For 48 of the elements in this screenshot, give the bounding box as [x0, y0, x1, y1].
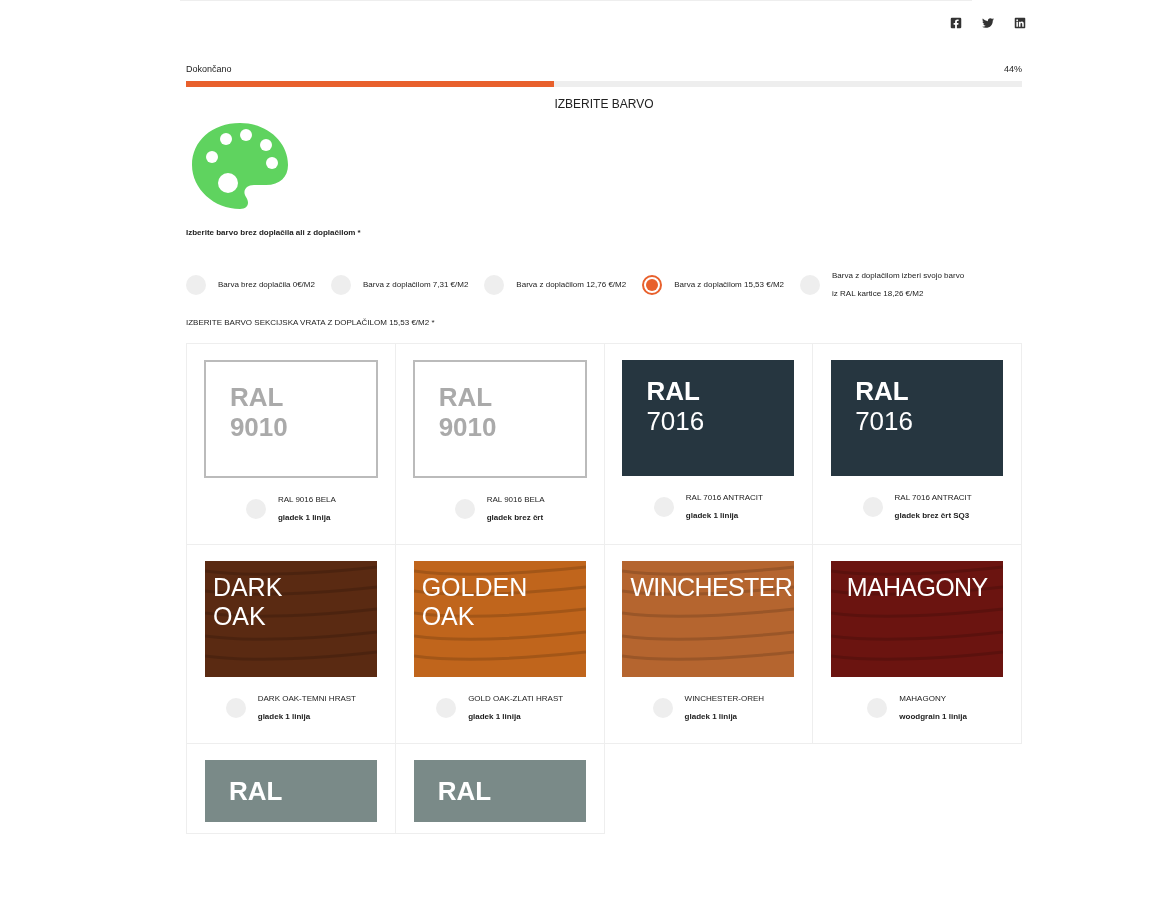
color-finish: gladek 1 linija [468, 710, 522, 723]
color-finish: gladek 1 linija [257, 710, 312, 723]
color-swatch[interactable]: RAL 7016 [622, 359, 795, 476]
color-card[interactable]: RAL 7016 RAL 7016 ANTRACIT gladek 1 linija [604, 343, 814, 545]
color-finish: gladek brez črt [486, 511, 545, 524]
option-label[interactable]: Barva z doplačilom izberi svojo barvo iz RAL kartice 18,26 €/M2 [832, 266, 971, 303]
color-finish: gladek 1 linija [685, 509, 740, 522]
color-swatch[interactable]: WINCHESTER [622, 560, 795, 677]
color-finish: woodgrain 1 linija [899, 710, 967, 723]
color-name: RAL 7016 ANTRACIT [894, 491, 972, 504]
color-name: RAL 9016 BELA [486, 493, 545, 506]
color-finish: gladek 1 linija [684, 710, 739, 723]
color-card[interactable]: RAL [395, 743, 605, 834]
step-title: IZBERITE BARVO [553, 95, 655, 113]
facebook-icon[interactable] [950, 17, 962, 29]
progress-reading: 44% [1004, 63, 1022, 76]
color-name: DARK OAK-TEMNI HRAST [257, 692, 356, 705]
color-card[interactable]: RAL 7016 RAL 7016 ANTRACIT gladek brez črt SQ3 [813, 343, 1022, 545]
color-swatch[interactable]: GOLDEN OAK [413, 560, 586, 677]
color-swatch[interactable]: DARK OAK [204, 560, 377, 677]
question-label: Izberite barvo brez doplačila ali z doplačilom * [186, 226, 362, 239]
color-name: GOLD OAK-ZLATI HRAST [468, 692, 564, 705]
linkedin-icon[interactable] [1014, 17, 1026, 29]
option-label[interactable]: Barva brez doplačila 0€/M2 [218, 275, 315, 294]
color-finish: gladek brez črt SQ3 [894, 509, 971, 522]
option-label[interactable]: Barva z doplačilom 7,31 €/M2 [362, 275, 469, 294]
option-label[interactable]: Barva z doplačilom 15,53 €/M2 [674, 275, 785, 294]
color-swatch[interactable]: RAL [204, 759, 377, 822]
option-label[interactable]: Barva z doplačilom 12,76 €/M2 [516, 275, 627, 294]
color-swatch[interactable]: RAL [413, 759, 586, 822]
twitter-icon[interactable] [982, 17, 994, 29]
color-swatch[interactable]: MAHAGONY [831, 560, 1004, 677]
section-title: IZBERITE BARVO SEKCIJSKA VRATA Z DOPLAČILOM 15,53 €/M2 * [186, 316, 436, 329]
color-name: RAL 9016 BELA [277, 493, 336, 506]
color-card[interactable]: GOLDEN OAK GOLD OAK-ZLATI HRAST gladek 1 linija [395, 544, 605, 744]
color-name: MAHAGONY [899, 692, 947, 705]
color-name: RAL 7016 ANTRACIT [685, 491, 763, 504]
color-name: WINCHESTER-OREH [684, 692, 765, 705]
color-card[interactable]: MAHAGONY MAHAGONY woodgrain 1 linija [813, 544, 1022, 744]
progress-label: Dokončano [186, 63, 232, 76]
color-finish: gladek 1 linija [277, 511, 332, 524]
color-swatch[interactable]: RAL 7016 [831, 359, 1004, 476]
color-card[interactable]: RAL 9010 RAL 9016 BELA gladek brez črt [395, 343, 605, 545]
radio-button[interactable] [642, 274, 663, 295]
color-card[interactable]: WINCHESTER WINCHESTER-OREH gladek 1 linija [604, 544, 814, 744]
color-card[interactable]: DARK OAK DARK OAK-TEMNI HRAST gladek 1 linija [187, 544, 396, 744]
color-card[interactable]: RAL 9010 RAL 9016 BELA gladek 1 linija [187, 343, 396, 545]
color-card[interactable]: RAL [187, 743, 396, 834]
